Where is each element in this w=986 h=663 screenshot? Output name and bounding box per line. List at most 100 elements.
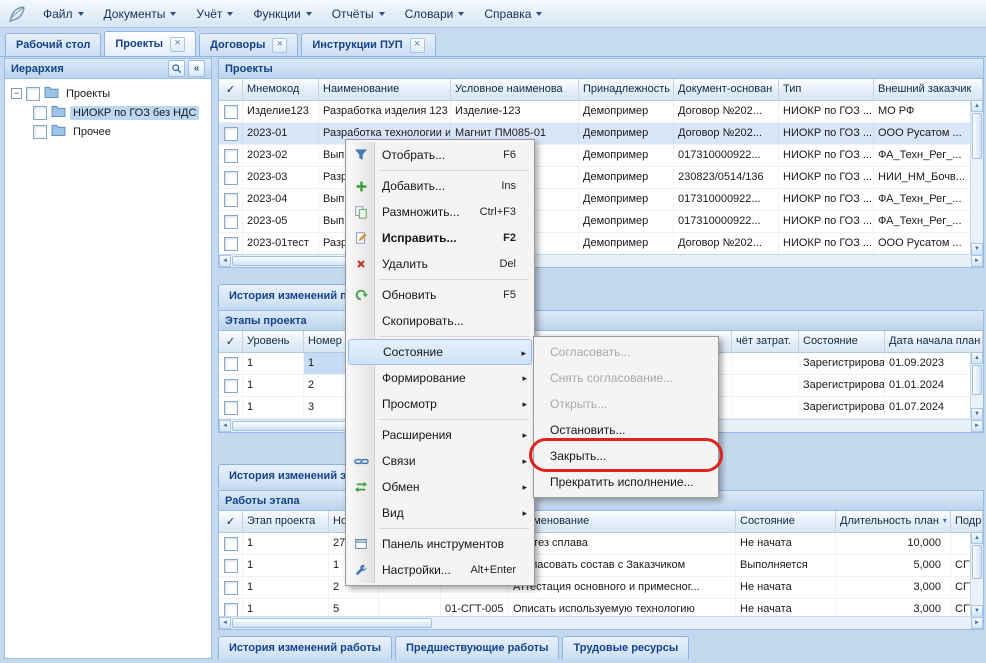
- menu-item-toolbar[interactable]: Панель инструментов: [348, 531, 532, 557]
- row-checkbox[interactable]: [224, 581, 238, 595]
- horizontal-scrollbar[interactable]: ◄ ►: [219, 616, 983, 629]
- table-row[interactable]: 2023-05 Вып Демопример 017310000922... Н…: [219, 211, 983, 233]
- table-row[interactable]: 2023-04 Вып Демопример 017310000922... Н…: [219, 189, 983, 211]
- horizontal-scrollbar[interactable]: ◄ ►: [219, 254, 983, 267]
- row-checkbox[interactable]: [224, 559, 238, 573]
- column-header[interactable]: Дата начала план: [885, 331, 983, 352]
- scrollbar-thumb[interactable]: [972, 545, 982, 579]
- tree-node[interactable]: НИОКР по ГОЗ без НДС: [9, 103, 207, 122]
- row-checkbox[interactable]: [224, 105, 238, 119]
- menu-help[interactable]: Справка: [475, 3, 551, 25]
- tab-desktop[interactable]: Рабочий стол: [5, 33, 101, 56]
- row-checkbox[interactable]: [224, 237, 238, 251]
- scroll-left-icon[interactable]: ◄: [219, 255, 231, 267]
- close-icon[interactable]: ×: [410, 38, 425, 53]
- tree-node[interactable]: Прочее: [9, 122, 207, 141]
- menu-item-copy[interactable]: Скопировать...: [348, 308, 532, 334]
- menu-item-add[interactable]: Добавить... Ins: [348, 173, 532, 199]
- vertical-scrollbar[interactable]: ▲ ▼: [970, 352, 983, 420]
- check-column-header[interactable]: ✓: [219, 511, 243, 532]
- column-header[interactable]: Условное наименова: [451, 79, 579, 100]
- close-icon[interactable]: ×: [170, 37, 185, 52]
- scroll-up-icon[interactable]: ▲: [971, 352, 983, 364]
- column-header-sorted[interactable]: Длительность план▾: [836, 511, 951, 532]
- table-row[interactable]: 2023-02 Вып -ЭМС Демопример 017310000922…: [219, 145, 983, 167]
- scrollbar-thumb[interactable]: [232, 256, 362, 266]
- tab-projects[interactable]: Проекты×: [104, 31, 196, 56]
- row-checkbox[interactable]: [224, 537, 238, 551]
- scroll-right-icon[interactable]: ►: [971, 420, 983, 432]
- submenu-item-terminate[interactable]: Прекратить исполнение...: [536, 469, 716, 495]
- column-header[interactable]: Наименование: [509, 511, 736, 532]
- tree-expander-icon[interactable]: −: [11, 88, 22, 99]
- scroll-left-icon[interactable]: ◄: [219, 420, 231, 432]
- submenu-item-stop[interactable]: Остановить...: [536, 417, 716, 443]
- row-checkbox[interactable]: [224, 379, 238, 393]
- vertical-scrollbar[interactable]: ▲ ▼: [970, 532, 983, 617]
- table-row[interactable]: 2023-03 Разр 23/269 Демопример 230823/05…: [219, 167, 983, 189]
- menu-item-formation[interactable]: Формирование ▸: [348, 365, 532, 391]
- menu-documents[interactable]: Документы: [95, 3, 186, 25]
- column-header[interactable]: Внешний заказчик: [874, 79, 983, 100]
- table-row[interactable]: 1 2 Аттестация основного и примесног... …: [219, 577, 983, 599]
- column-header[interactable]: Подр: [951, 511, 983, 532]
- menu-item-settings[interactable]: Настройки... Alt+Enter: [348, 557, 532, 583]
- row-checkbox[interactable]: [224, 215, 238, 229]
- submenu-item-close[interactable]: Закрыть...: [536, 443, 716, 469]
- collapse-panel-icon[interactable]: «: [188, 60, 205, 77]
- menu-file[interactable]: Файл: [34, 3, 93, 25]
- menu-item-extensions[interactable]: Расширения ▸: [348, 422, 532, 448]
- row-checkbox[interactable]: [224, 171, 238, 185]
- menu-item-state[interactable]: Состояние ▸: [348, 339, 532, 365]
- check-column-header[interactable]: ✓: [219, 331, 243, 352]
- column-header[interactable]: Состояние: [736, 511, 836, 532]
- close-icon[interactable]: ×: [272, 38, 287, 53]
- tree-node-root[interactable]: − Проекты: [9, 84, 207, 103]
- vertical-scrollbar[interactable]: ▲ ▼: [970, 100, 983, 255]
- table-row[interactable]: 1 1 Согласовать состав с Заказчиком Выпо…: [219, 555, 983, 577]
- menu-item-links[interactable]: Связи ▸: [348, 448, 532, 474]
- menu-item-view-mode[interactable]: Просмотр ▸: [348, 391, 532, 417]
- scroll-up-icon[interactable]: ▲: [971, 100, 983, 112]
- menu-item-filter[interactable]: Отобрать... F6: [348, 142, 532, 168]
- column-header[interactable]: Наименование: [319, 79, 451, 100]
- column-header[interactable]: Этап проекта: [243, 511, 329, 532]
- table-row[interactable]: 1 27 Синтез сплава Не начата 10,000: [219, 533, 983, 555]
- menu-item-duplicate[interactable]: Размножить... Ctrl+F3: [348, 199, 532, 225]
- row-checkbox[interactable]: [224, 401, 238, 415]
- row-checkbox[interactable]: [224, 603, 238, 617]
- menu-dictionaries[interactable]: Словари: [396, 3, 474, 25]
- column-header[interactable]: Уровень: [243, 331, 304, 352]
- table-row[interactable]: Изделие123 Разработка изделия 123 Издели…: [219, 101, 983, 123]
- column-header[interactable]: Документ-основан: [674, 79, 779, 100]
- menu-reports[interactable]: Отчёты: [323, 3, 394, 25]
- column-header[interactable]: Тип: [779, 79, 874, 100]
- tree-checkbox[interactable]: [26, 87, 40, 101]
- menu-item-exchange[interactable]: Обмен ▸: [348, 474, 532, 500]
- menu-accounting[interactable]: Учёт: [187, 3, 242, 25]
- scroll-left-icon[interactable]: ◄: [219, 617, 231, 629]
- column-header[interactable]: Состояние: [799, 331, 885, 352]
- tab-labor-resources[interactable]: Трудовые ресурсы: [562, 636, 689, 659]
- tab-preceding-works[interactable]: Предшествующие работы: [395, 636, 559, 659]
- tree-node-label[interactable]: Проекты: [63, 87, 113, 101]
- tree-node-label[interactable]: Прочее: [70, 125, 114, 139]
- tab-instructions[interactable]: Инструкции ПУП×: [301, 33, 435, 56]
- tree-checkbox[interactable]: [33, 106, 47, 120]
- find-icon[interactable]: [168, 60, 185, 77]
- scroll-right-icon[interactable]: ►: [971, 255, 983, 267]
- table-row[interactable]: 2023-01тест Разр ый маг... Демопример До…: [219, 233, 983, 255]
- scrollbar-thumb[interactable]: [232, 618, 432, 628]
- tab-work-history[interactable]: История изменений работы: [218, 636, 392, 659]
- column-header[interactable]: Принадлежность: [579, 79, 674, 100]
- row-checkbox[interactable]: [224, 149, 238, 163]
- row-checkbox[interactable]: [224, 357, 238, 371]
- menu-item-delete[interactable]: Удалить Del: [348, 251, 532, 277]
- tree-checkbox[interactable]: [33, 125, 47, 139]
- scrollbar-thumb[interactable]: [972, 365, 982, 395]
- scroll-up-icon[interactable]: ▲: [971, 532, 983, 544]
- tab-contracts[interactable]: Договоры×: [199, 33, 298, 56]
- check-column-header[interactable]: ✓: [219, 79, 243, 100]
- menu-item-refresh[interactable]: Обновить F5: [348, 282, 532, 308]
- row-checkbox[interactable]: [224, 193, 238, 207]
